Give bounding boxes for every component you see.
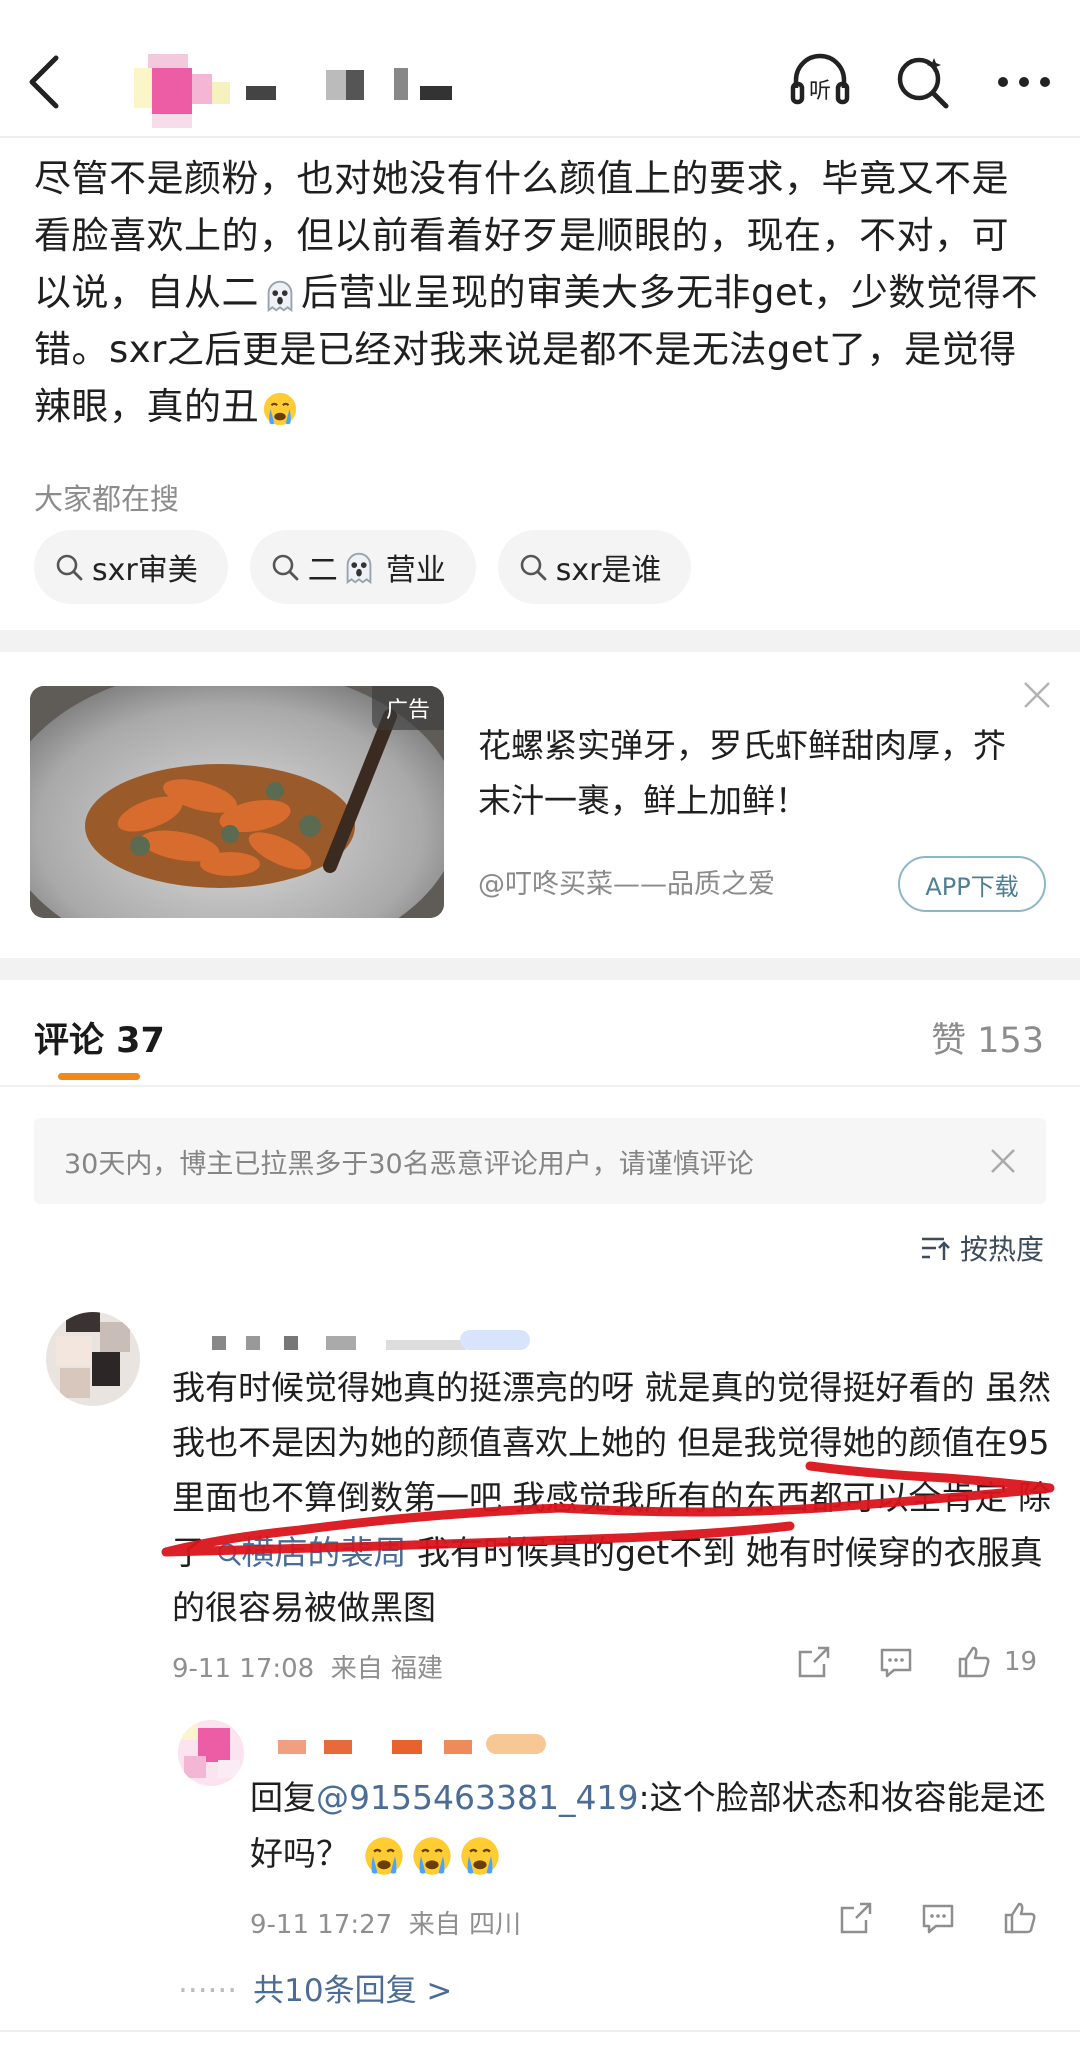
svg-text:听: 听 bbox=[809, 79, 831, 104]
ghost-emoji-icon bbox=[267, 280, 293, 312]
reply-mention-link[interactable]: @9155463381_419 bbox=[316, 1778, 638, 1817]
crying-emoji-icon bbox=[364, 1836, 403, 1875]
reply-time: 9-11 17:27 bbox=[250, 1910, 393, 1940]
close-icon[interactable] bbox=[988, 1146, 1018, 1176]
ad-image[interactable]: 广告 bbox=[30, 686, 444, 918]
crying-emoji-icon bbox=[263, 392, 297, 425]
search-icon[interactable] bbox=[890, 50, 954, 114]
comment-icon[interactable] bbox=[920, 1900, 956, 1936]
commenter-avatar[interactable] bbox=[46, 1312, 140, 1406]
sort-icon bbox=[921, 1237, 950, 1260]
like-button[interactable]: 19 bbox=[956, 1644, 1037, 1680]
section-divider bbox=[0, 958, 1080, 980]
mention-link[interactable]: 横店的裴周 bbox=[216, 1533, 418, 1572]
top-bar: 听 bbox=[0, 0, 1080, 138]
active-tab-indicator bbox=[58, 1073, 140, 1080]
reply-meta: 9-11 17:27 来自 四川 bbox=[250, 1904, 521, 1941]
sort-label: 按热度 bbox=[959, 1233, 1044, 1266]
comments-tab[interactable]: 评论 37 bbox=[34, 1012, 165, 1063]
ad-source[interactable]: @叮咚买菜——品质之爱 bbox=[478, 862, 775, 901]
search-icon bbox=[520, 554, 547, 581]
divider bbox=[0, 1085, 1080, 1087]
comment-actions: 19 bbox=[796, 1644, 1037, 1680]
reply-body: 回复@9155463381_419:这个脸部状态和妆容能是还好吗？ bbox=[250, 1770, 1050, 1882]
replier-name[interactable] bbox=[278, 1734, 598, 1760]
more-icon[interactable] bbox=[992, 50, 1056, 114]
like-count: 19 bbox=[1004, 1647, 1038, 1677]
hot-search-chip-1[interactable]: sxr审美 bbox=[34, 530, 228, 604]
reply-prefix: 回复 bbox=[250, 1778, 316, 1817]
hot-search-chips: sxr审美 二 营业 sxr是谁 bbox=[34, 530, 692, 604]
comment-icon[interactable] bbox=[878, 1644, 914, 1680]
search-icon bbox=[272, 554, 299, 581]
hot-search-chip-3[interactable]: sxr是谁 bbox=[497, 530, 692, 604]
likes-tab[interactable]: 赞 153 bbox=[931, 1012, 1044, 1063]
thumbs-up-icon[interactable] bbox=[1002, 1900, 1038, 1936]
chip-label: 二 bbox=[307, 553, 338, 588]
hot-search-chip-2[interactable]: 二 营业 bbox=[249, 530, 476, 604]
thumbs-up-icon bbox=[958, 1646, 990, 1678]
close-icon[interactable] bbox=[1020, 678, 1054, 712]
reply-location: 来自 四川 bbox=[408, 1910, 521, 1940]
app-download-button[interactable]: APP下载 bbox=[898, 856, 1046, 912]
sort-by-hot-button[interactable]: 按热度 bbox=[920, 1228, 1044, 1268]
ad-tag: 广告 bbox=[371, 686, 444, 730]
share-icon[interactable] bbox=[796, 1644, 832, 1680]
search-icon bbox=[217, 1543, 241, 1566]
reply-actions bbox=[838, 1900, 1038, 1936]
comment-location: 来自 福建 bbox=[330, 1654, 443, 1684]
comment-notice: 30天内，博主已拉黑多于30名恶意评论用户，请谨慎评论 bbox=[34, 1118, 1046, 1204]
more-replies-label: 共10条回复 > bbox=[253, 1973, 453, 2009]
more-replies-link[interactable]: ······ 共10条回复 > bbox=[178, 1965, 452, 2010]
crying-emoji-icon bbox=[412, 1836, 451, 1875]
back-arrow-icon[interactable] bbox=[22, 50, 72, 114]
listen-icon[interactable]: 听 bbox=[788, 50, 852, 114]
divider bbox=[0, 2030, 1080, 2032]
mention-text: 横店的裴周 bbox=[241, 1533, 407, 1572]
chip-label: sxr是谁 bbox=[555, 553, 662, 588]
notice-text: 30天内，博主已拉黑多于30名恶意评论用户，请谨慎评论 bbox=[64, 1148, 754, 1180]
chip-label-suffix: 营业 bbox=[385, 553, 446, 588]
ghost-emoji-icon bbox=[346, 552, 372, 585]
author-name[interactable] bbox=[246, 66, 516, 106]
search-icon bbox=[56, 554, 83, 581]
section-divider bbox=[0, 630, 1080, 652]
chip-label: sxr审美 bbox=[92, 553, 198, 588]
share-icon[interactable] bbox=[838, 1900, 874, 1936]
comment-time: 9-11 17:08 bbox=[172, 1654, 315, 1684]
comment-meta: 9-11 17:08 来自 福建 bbox=[172, 1648, 443, 1685]
comment-body: 我有时候觉得她真的挺漂亮的呀 就是真的觉得挺好看的 虽然我也不是因为她的颜值喜欢… bbox=[172, 1360, 1052, 1635]
crying-emoji-icon bbox=[460, 1836, 499, 1875]
post-body: 尽管不是颜粉，也对她没有什么颜值上的要求，毕竟又不是看脸喜欢上的，但以前看着好歹… bbox=[34, 150, 1044, 435]
replier-avatar[interactable] bbox=[178, 1720, 244, 1786]
ad-description[interactable]: 花螺紧实弹牙，罗氏虾鲜甜肉厚，芥末汁一裹，鲜上加鲜！ bbox=[478, 718, 1038, 828]
author-avatar[interactable] bbox=[128, 54, 230, 128]
dots-icon: ······ bbox=[178, 1973, 238, 2009]
commenter-name[interactable] bbox=[212, 1330, 572, 1356]
hot-search-title: 大家都在搜 bbox=[34, 482, 180, 516]
